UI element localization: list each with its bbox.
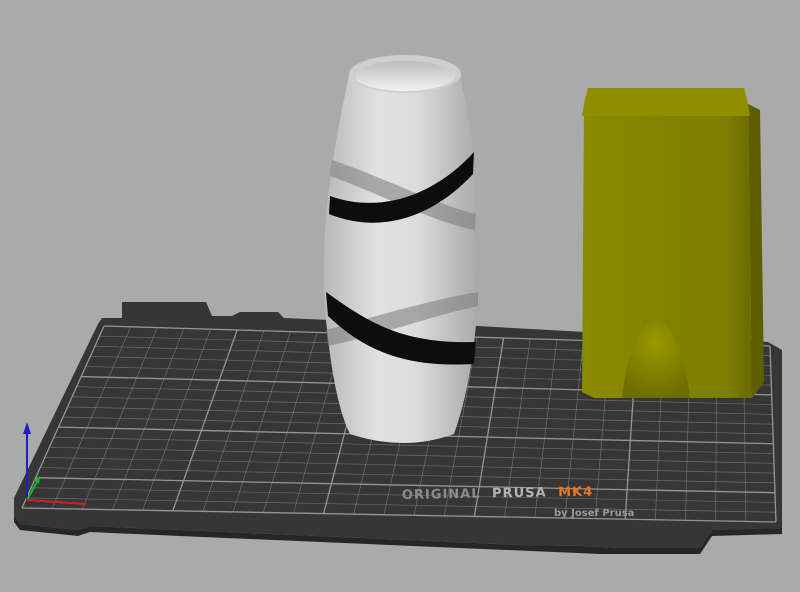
vase-rim-inner xyxy=(355,61,455,91)
brand-prusa: PRUSA xyxy=(492,485,547,501)
object-vase[interactable] xyxy=(323,55,480,443)
block-top-lip xyxy=(582,88,750,116)
object-block[interactable] xyxy=(582,88,764,398)
brand-original: ORIGINAL xyxy=(402,487,481,503)
brand-byline: by Josef Prusa xyxy=(554,508,634,519)
3d-viewport[interactable]: ORIGINAL PRUSA MK4 by Josef Prusa xyxy=(0,0,800,592)
z-axis-arrow-icon xyxy=(23,422,31,434)
vase-body xyxy=(323,76,480,443)
brand-mk4: MK4 xyxy=(558,485,593,501)
